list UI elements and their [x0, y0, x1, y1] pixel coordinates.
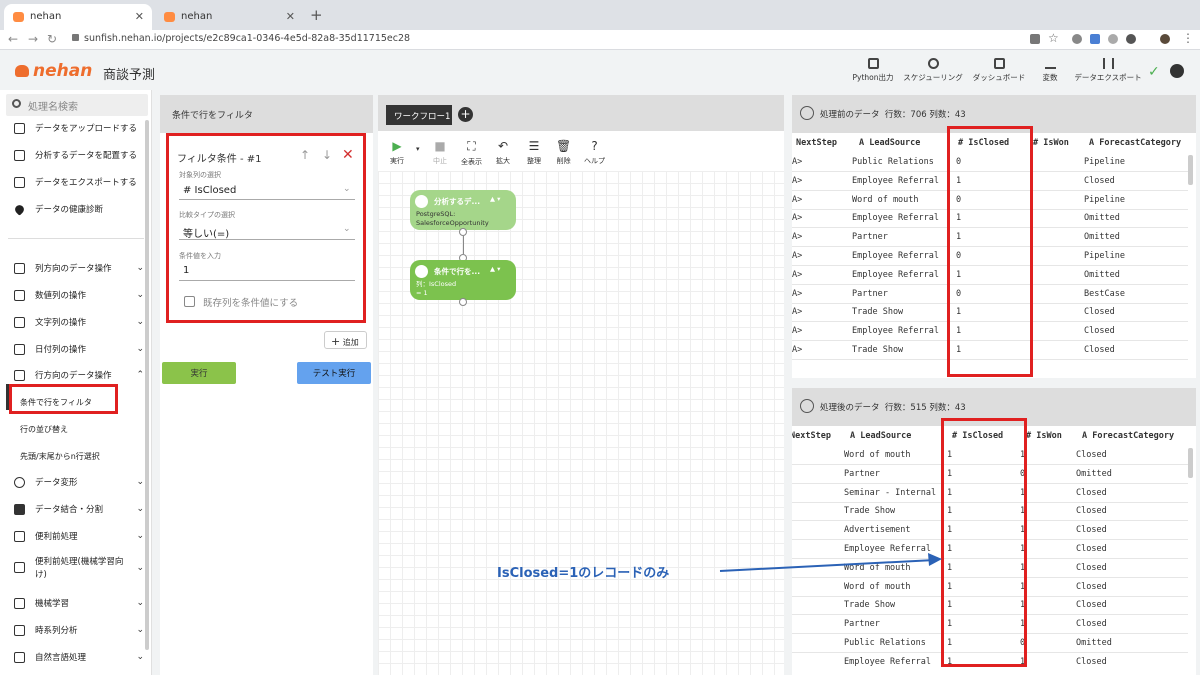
annotation-arrow [719, 553, 942, 572]
